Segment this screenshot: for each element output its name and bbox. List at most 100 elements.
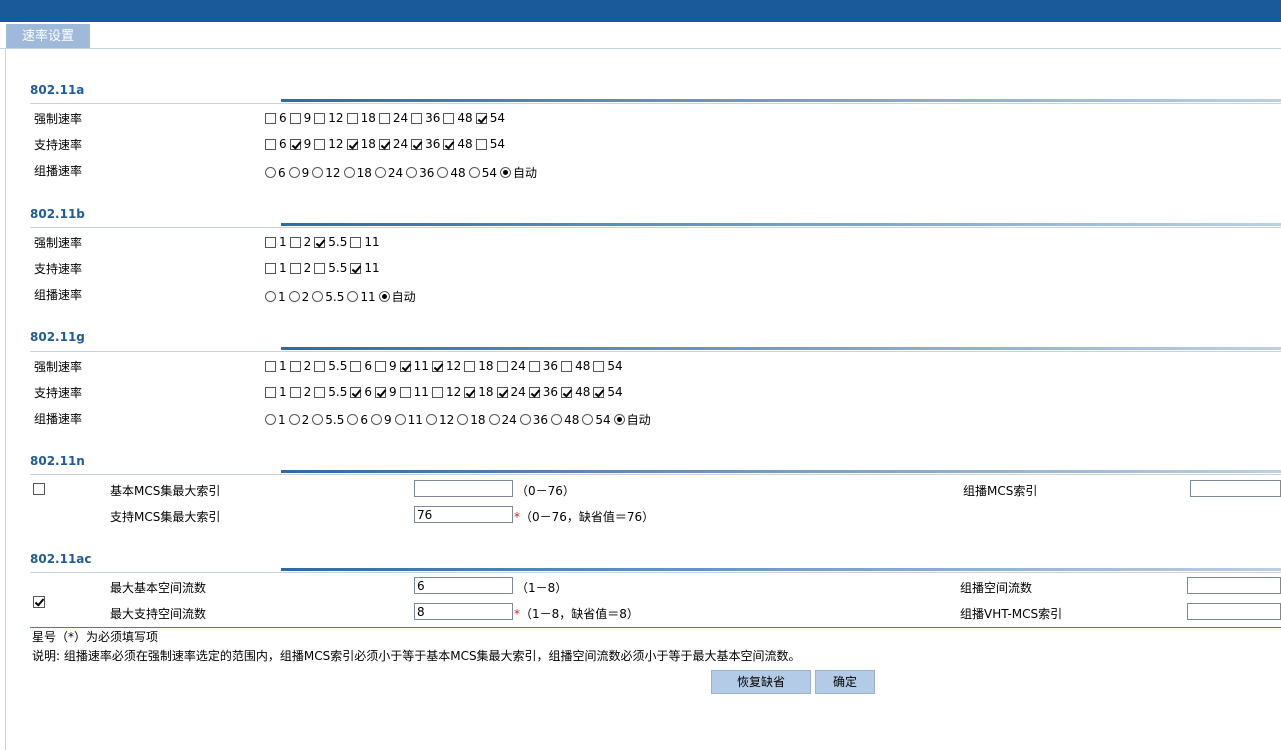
checkbox[interactable] [443,138,455,150]
rate-checkbox-option[interactable]: 5.5 [314,385,347,399]
multicast-vht-mcs-input[interactable] [1187,603,1281,620]
rate-radio-option[interactable]: 9 [371,413,392,427]
checkbox[interactable] [289,112,301,124]
checkbox[interactable] [528,386,540,398]
rate-checkbox-option[interactable]: 6 [350,385,372,399]
checkbox[interactable] [346,138,358,150]
radio-button[interactable] [551,414,563,425]
rate-checkbox-option[interactable]: 48 [443,137,473,151]
rate-checkbox-option[interactable]: 9 [289,111,311,125]
rate-radio-option[interactable]: 12 [425,413,454,427]
checkbox[interactable] [289,236,301,248]
checkbox[interactable] [265,112,276,124]
checkbox[interactable] [528,360,540,372]
radio-button[interactable] [312,291,324,302]
checkbox[interactable] [289,360,301,372]
radio-button[interactable] [347,291,359,302]
checkbox[interactable] [314,236,326,248]
rate-checkbox-option[interactable]: 6 [265,137,287,151]
rate-radio-option[interactable]: 2 [288,290,309,304]
rate-radio-option[interactable]: 54 [582,413,611,427]
checkbox[interactable] [350,236,362,248]
rate-radio-option[interactable]: 6 [265,166,286,180]
checkbox[interactable] [289,138,301,150]
rate-checkbox-option[interactable]: 12 [431,359,461,373]
radio-button[interactable] [378,291,390,302]
checkbox[interactable] [378,112,390,124]
rate-radio-option[interactable]: 11 [347,290,376,304]
checkbox[interactable] [314,112,326,124]
checkbox[interactable] [265,360,276,372]
checkbox[interactable] [346,112,358,124]
radio-button[interactable] [457,414,469,425]
checkbox[interactable] [314,360,326,372]
rate-radio-option[interactable]: 18 [457,413,486,427]
radio-button[interactable] [437,167,449,178]
basic-mcs-input[interactable] [414,480,513,497]
rate-checkbox-option[interactable]: 11 [399,385,429,399]
rate-radio-option[interactable]: 54 [468,166,497,180]
rate-checkbox-option[interactable]: 18 [346,111,376,125]
checkbox[interactable] [411,138,423,150]
checkbox[interactable] [475,112,487,124]
radio-button[interactable] [394,414,406,425]
radio-button[interactable] [312,167,324,178]
rate-radio-option[interactable]: 24 [374,166,403,180]
checkbox[interactable] [431,386,443,398]
rate-radio-option[interactable]: 18 [343,166,372,180]
rate-checkbox-option[interactable]: 24 [378,137,408,151]
rate-radio-option[interactable]: 12 [312,166,341,180]
rate-checkbox-option[interactable]: 1 [265,385,287,399]
rate-radio-option[interactable]: 自动 [499,164,537,181]
rate-checkbox-option[interactable]: 48 [561,359,590,373]
rate-checkbox-option[interactable]: 18 [464,359,494,373]
rate-checkbox-option[interactable]: 54 [475,111,505,125]
radio-button[interactable] [488,414,500,425]
checkbox[interactable] [496,386,508,398]
rate-radio-option[interactable]: 自动 [613,411,651,428]
rate-radio-option[interactable]: 1 [265,413,286,427]
radio-button[interactable] [582,414,594,425]
checkbox[interactable] [375,360,387,372]
checkbox[interactable] [314,262,326,274]
checkbox[interactable] [350,262,362,274]
radio-button[interactable] [288,167,300,178]
rate-checkbox-option[interactable]: 36 [411,111,440,125]
max-basic-stream-input[interactable] [414,577,513,594]
rate-checkbox-option[interactable]: 54 [475,137,505,151]
radio-button[interactable] [312,414,324,425]
radio-button[interactable] [374,167,386,178]
checkbox[interactable] [289,386,301,398]
rate-checkbox-option[interactable]: 12 [314,111,344,125]
multicast-mcs-input[interactable] [1190,480,1281,497]
rate-checkbox-option[interactable]: 48 [561,385,590,399]
rate-checkbox-option[interactable]: 18 [464,385,494,399]
rate-checkbox-option[interactable]: 5.5 [314,261,347,275]
radio-button[interactable] [371,414,383,425]
checkbox[interactable] [289,262,301,274]
rate-checkbox-option[interactable]: 24 [496,359,526,373]
rate-checkbox-option[interactable]: 54 [593,359,623,373]
rate-checkbox-option[interactable]: 11 [350,235,380,249]
radio-button[interactable] [343,167,355,178]
checkbox[interactable] [265,236,276,248]
rate-radio-option[interactable]: 36 [406,166,434,180]
max-support-stream-input[interactable] [414,603,513,620]
rate-checkbox-option[interactable]: 36 [528,385,558,399]
rate-radio-option[interactable]: 24 [488,413,517,427]
rate-checkbox-option[interactable]: 9 [375,385,397,399]
rate-checkbox-option[interactable]: 12 [314,137,344,151]
checkbox[interactable] [314,386,326,398]
rate-checkbox-option[interactable]: 5.5 [314,235,347,249]
enable-80211ac-checkbox[interactable] [33,596,45,608]
radio-button[interactable] [519,414,531,425]
checkbox[interactable] [399,386,411,398]
rate-checkbox-option[interactable]: 1 [265,261,287,275]
rate-checkbox-option[interactable]: 18 [346,137,376,151]
radio-button[interactable] [499,167,511,178]
rate-checkbox-option[interactable]: 2 [289,385,311,399]
radio-button[interactable] [347,414,359,425]
checkbox[interactable] [265,386,276,398]
multicast-stream-input[interactable] [1187,577,1281,594]
rate-checkbox-option[interactable]: 1 [265,359,287,373]
